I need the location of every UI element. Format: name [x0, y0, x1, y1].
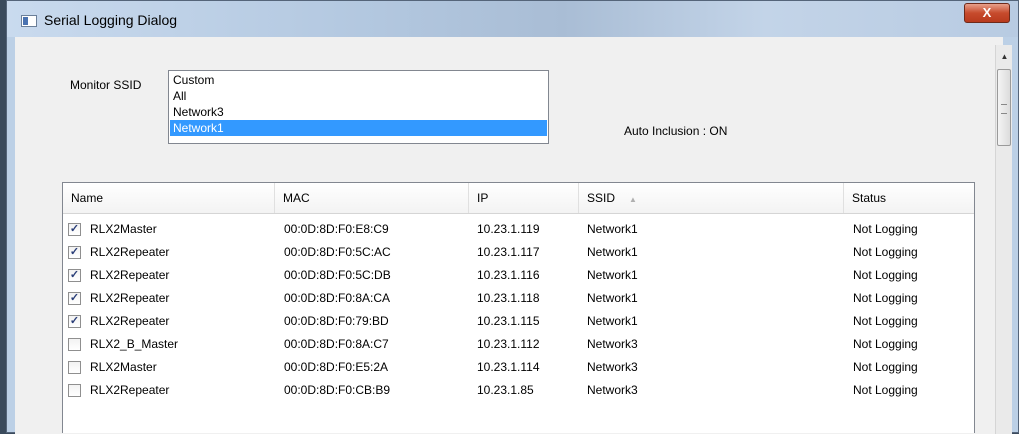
cell-name: RLX2Repeater	[90, 383, 170, 397]
cell-ip: 10.23.1.115	[477, 314, 540, 328]
cell-ssid: Network1	[587, 245, 638, 259]
table-row[interactable]: RLX2Master 00:0D:8D:F0:E5:2A 10.23.1.114 Ne…	[63, 356, 974, 379]
cell-ip: 10.23.1.119	[477, 222, 540, 236]
column-header-mac[interactable]: MAC	[275, 183, 469, 213]
cell-name: RLX2Repeater	[90, 245, 170, 259]
column-header-ip[interactable]: IP	[469, 183, 579, 213]
cell-status: Not Logging	[853, 360, 918, 374]
column-header-label: Status	[852, 191, 887, 205]
column-header-label: MAC	[283, 191, 310, 205]
cell-ssid: Network1	[587, 314, 638, 328]
cell-name: RLX2Repeater	[90, 314, 170, 328]
table-row[interactable]: ✓ RLX2Repeater 00:0D:8D:F0:5C:DB 10.23.1.11…	[63, 264, 974, 287]
cell-mac: 00:0D:8D:F0:CB:B9	[284, 383, 391, 397]
cell-ssid: Network1	[587, 291, 638, 305]
cell-name: RLX2Master	[90, 360, 157, 374]
checkbox-checked[interactable]: ✓	[68, 246, 81, 259]
cell-mac: 00:0D:8D:F0:E5:2A	[284, 360, 389, 374]
checkbox-checked[interactable]: ✓	[68, 223, 81, 236]
scroll-up-icon[interactable]: ▲	[996, 51, 1013, 63]
window-title: Serial Logging Dialog	[44, 12, 178, 28]
cell-status: Not Logging	[853, 337, 918, 351]
checkbox-checked[interactable]: ✓	[68, 292, 81, 305]
cell-ip: 10.23.1.117	[477, 245, 540, 259]
cell-mac: 00:0D:8D:F0:5C:DB	[284, 268, 391, 282]
table-row[interactable]: ✓ RLX2Repeater 00:0D:8D:F0:8A:CA 10.23.1.11…	[63, 287, 974, 310]
cell-status: Not Logging	[853, 245, 918, 259]
cell-mac: 00:0D:8D:F0:8A:C7	[284, 337, 389, 351]
cell-status: Not Logging	[853, 383, 918, 397]
cell-mac: 00:0D:8D:F0:79:BD	[284, 314, 389, 328]
cell-ssid: Network3	[587, 337, 638, 351]
monitor-ssid-label: Monitor SSID	[70, 78, 142, 92]
ssid-option-custom[interactable]: Custom	[170, 72, 547, 88]
cell-name: RLX2Repeater	[90, 268, 170, 282]
column-header-name[interactable]: Name	[63, 183, 275, 213]
cell-status: Not Logging	[853, 314, 918, 328]
table-header: Name MAC IP SSID ▲ Status	[63, 183, 974, 214]
cell-mac: 00:0D:8D:F0:E8:C9	[284, 222, 389, 236]
table-row[interactable]: ✓ RLX2Repeater 00:0D:8D:F0:5C:AC 10.23.1.11…	[63, 241, 974, 264]
window-app-icon	[21, 15, 37, 27]
checkbox-checked[interactable]: ✓	[68, 269, 81, 282]
cell-ip: 10.23.1.112	[477, 337, 540, 351]
cell-ip: 10.23.1.85	[477, 383, 534, 397]
cell-ssid: Network3	[587, 360, 638, 374]
cell-status: Not Logging	[853, 222, 918, 236]
column-header-ssid[interactable]: SSID ▲	[579, 183, 844, 213]
column-header-label: Name	[71, 191, 104, 205]
cell-status: Not Logging	[853, 268, 918, 282]
auto-inclusion-status: Auto Inclusion : ON	[624, 124, 728, 138]
cell-ip: 10.23.1.114	[477, 360, 540, 374]
cell-ssid: Network3	[587, 383, 638, 397]
checkbox-unchecked[interactable]	[68, 361, 81, 374]
checkbox-unchecked[interactable]	[68, 338, 81, 351]
cell-ip: 10.23.1.116	[477, 268, 540, 282]
checkbox-unchecked[interactable]	[68, 384, 81, 397]
sort-ascending-icon: ▲	[629, 195, 637, 204]
ssid-option-network3[interactable]: Network3	[170, 104, 547, 120]
cell-mac: 00:0D:8D:F0:8A:CA	[284, 291, 391, 305]
table-row[interactable]: ✓ RLX2Master 00:0D:8D:F0:E8:C9 10.23.1.119 N…	[63, 218, 974, 241]
device-table: Name MAC IP SSID ▲ Status ✓ RLX2Master 00:0…	[62, 182, 975, 433]
cell-name: RLX2_B_Master	[90, 337, 179, 351]
cell-status: Not Logging	[853, 291, 918, 305]
cell-name: RLX2Repeater	[90, 291, 170, 305]
table-row[interactable]: RLX2Repeater 00:0D:8D:F0:CB:B9 10.23.1.85 N…	[63, 379, 974, 402]
ssid-option-network1[interactable]: Network1	[170, 120, 547, 136]
ssid-option-all[interactable]: All	[170, 88, 547, 104]
cell-ssid: Network1	[587, 222, 638, 236]
column-header-status[interactable]: Status	[844, 183, 974, 213]
monitor-ssid-listbox[interactable]: Custom All Network3 Network1	[168, 70, 549, 144]
table-row[interactable]: RLX2_B_Master 00:0D:8D:F0:8A:C7 10.23.1.11…	[63, 333, 974, 356]
cell-ip: 10.23.1.118	[477, 291, 540, 305]
checkbox-checked[interactable]: ✓	[68, 315, 81, 328]
vertical-scrollbar[interactable]: ▲	[995, 45, 1012, 434]
column-header-label: SSID	[587, 191, 616, 205]
cell-ssid: Network1	[587, 268, 638, 282]
title-bar[interactable]: Serial Logging Dialog X	[7, 1, 1018, 37]
cell-mac: 00:0D:8D:F0:5C:AC	[284, 245, 391, 259]
table-row[interactable]: ✓ RLX2Repeater 00:0D:8D:F0:79:BD 10.23.1.11…	[63, 310, 974, 333]
grip-icon	[1001, 104, 1007, 114]
scroll-thumb[interactable]	[997, 69, 1011, 146]
close-button[interactable]: X	[964, 3, 1010, 23]
column-header-label: IP	[477, 191, 489, 205]
cell-name: RLX2Master	[90, 222, 157, 236]
